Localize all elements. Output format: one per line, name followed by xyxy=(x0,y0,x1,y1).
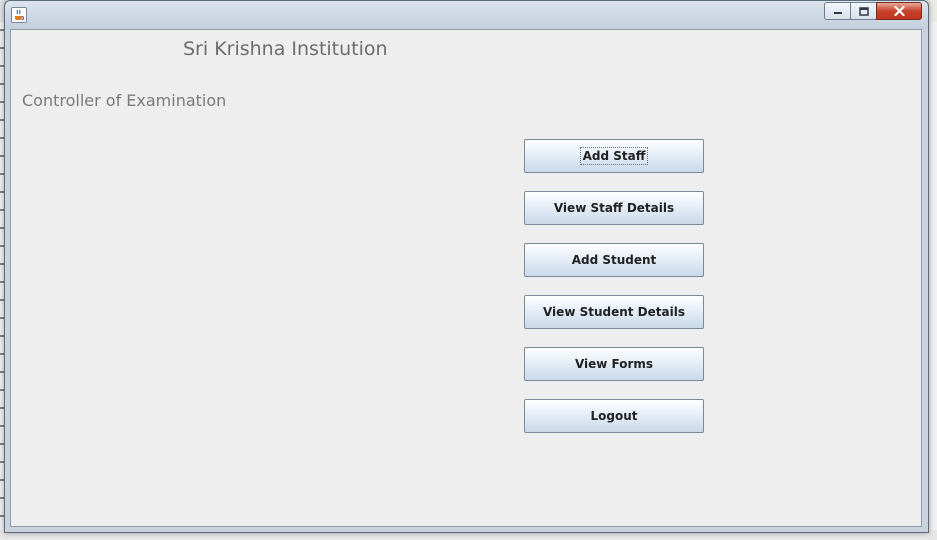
view-forms-label: View Forms xyxy=(574,357,654,371)
view-staff-details-button[interactable]: View Staff Details xyxy=(524,191,704,225)
application-window: Sri Krishna Institution Controller of Ex… xyxy=(4,0,929,533)
view-student-details-button[interactable]: View Student Details xyxy=(524,295,704,329)
add-staff-button[interactable]: Add Staff xyxy=(524,139,704,173)
add-staff-label: Add Staff xyxy=(579,147,649,165)
view-forms-button[interactable]: View Forms xyxy=(524,347,704,381)
desktop-background-right xyxy=(930,22,937,540)
view-staff-details-label: View Staff Details xyxy=(553,201,675,215)
add-student-button[interactable]: Add Student xyxy=(524,243,704,277)
caption-buttons xyxy=(824,2,922,21)
logout-label: Logout xyxy=(590,409,638,423)
institution-title: Sri Krishna Institution xyxy=(183,38,388,60)
minimize-icon xyxy=(833,12,842,14)
title-bar[interactable] xyxy=(5,1,928,29)
section-title: Controller of Examination xyxy=(22,91,227,110)
add-student-label: Add Student xyxy=(571,253,657,267)
maximize-button[interactable] xyxy=(850,2,876,20)
logout-button[interactable]: Logout xyxy=(524,399,704,433)
main-panel: Sri Krishna Institution Controller of Ex… xyxy=(10,29,922,527)
maximize-icon xyxy=(858,6,869,16)
view-student-details-label: View Student Details xyxy=(542,305,685,319)
minimize-button[interactable] xyxy=(824,2,850,20)
close-button[interactable] xyxy=(876,2,922,20)
close-icon xyxy=(893,6,905,16)
java-cup-icon[interactable] xyxy=(11,7,27,23)
